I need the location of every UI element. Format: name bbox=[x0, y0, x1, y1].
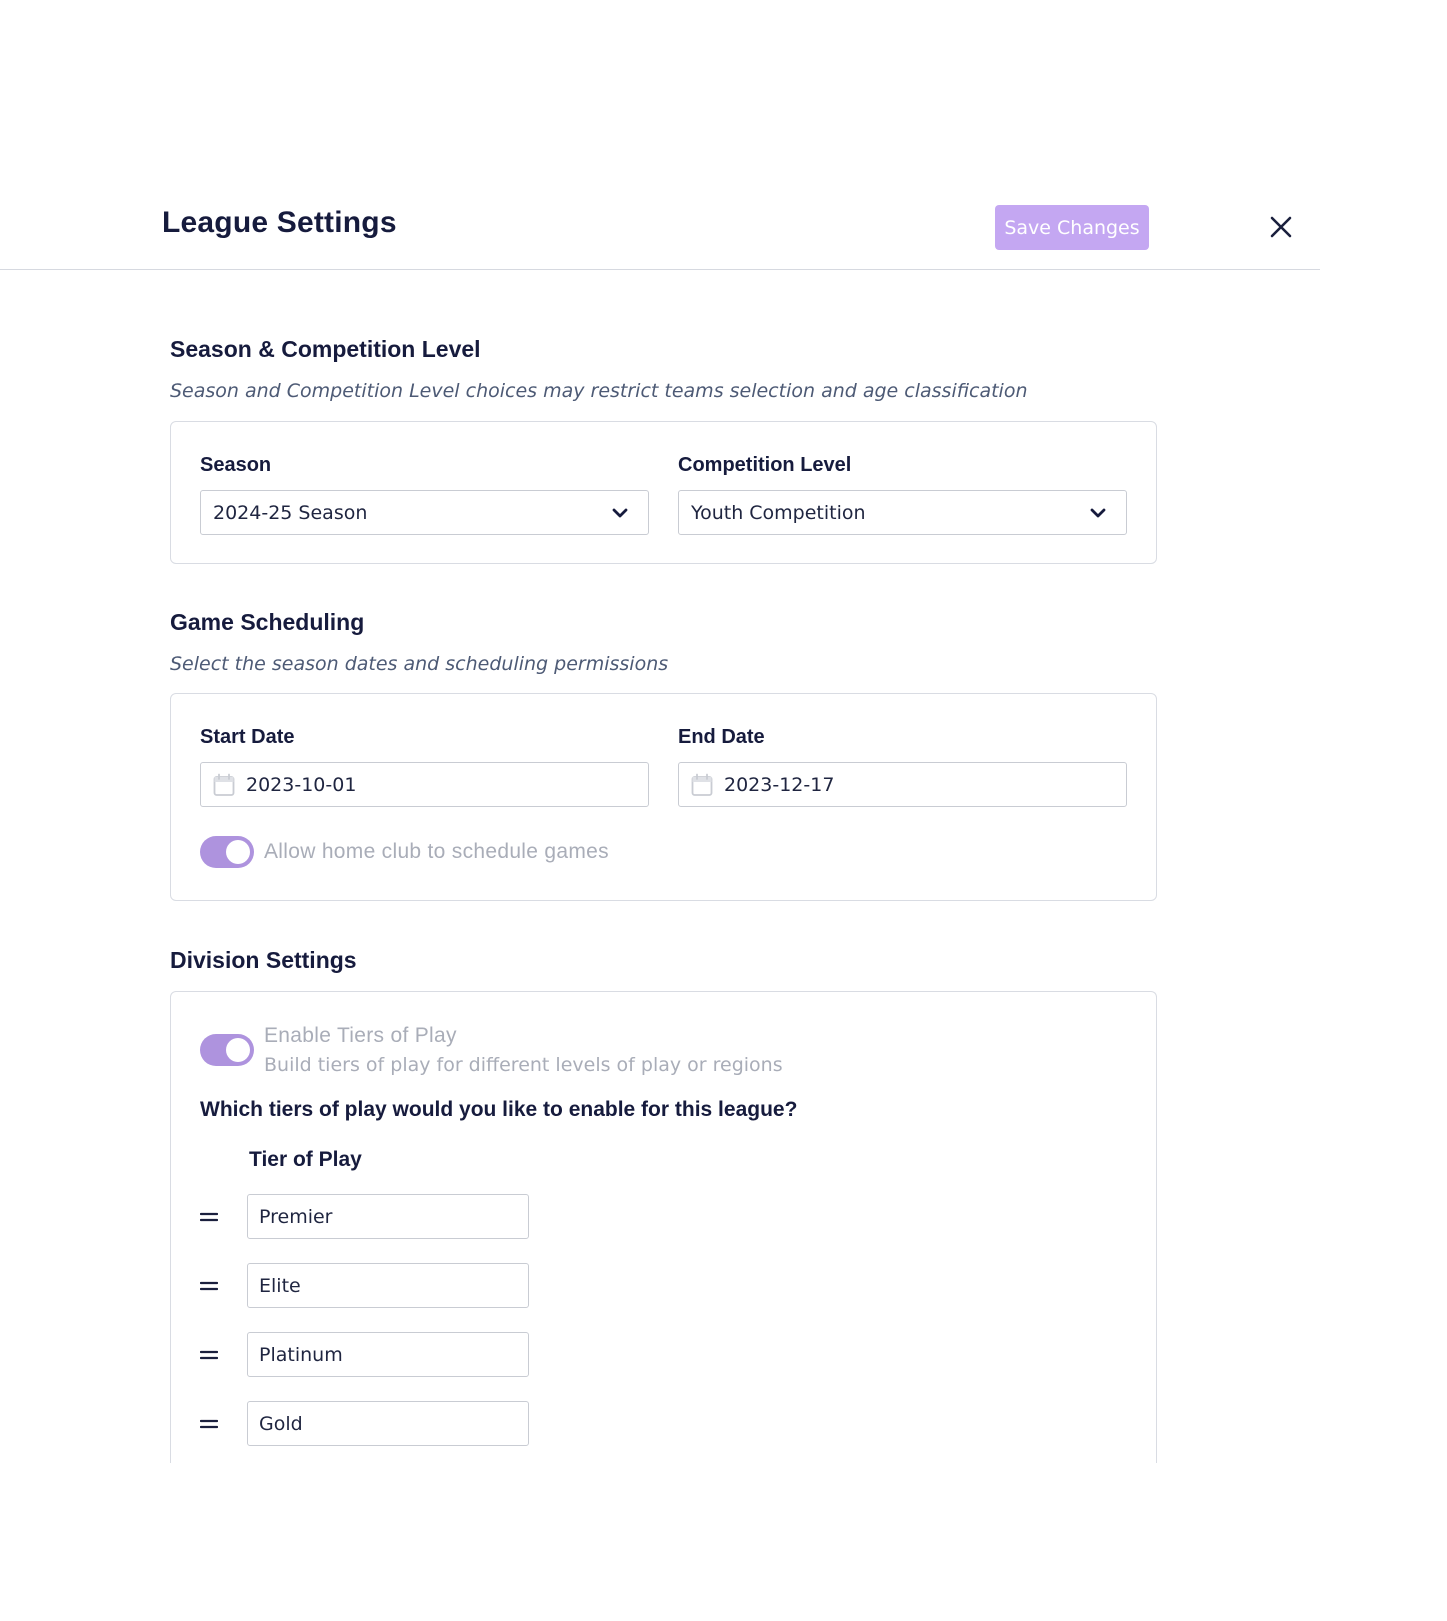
section-title-scheduling: Game Scheduling bbox=[170, 609, 365, 635]
tier-row bbox=[200, 1263, 540, 1309]
end-date-value: 2023-12-17 bbox=[724, 774, 835, 796]
chevron-down-icon bbox=[1090, 508, 1106, 518]
section-subtitle-season: Season and Competition Level choices may… bbox=[170, 380, 1028, 402]
tier-row bbox=[200, 1401, 540, 1447]
tier-row bbox=[200, 1332, 540, 1378]
division-card: Enable Tiers of Play Build tiers of play… bbox=[170, 991, 1157, 1463]
season-label: Season bbox=[200, 454, 272, 476]
start-date-value: 2023-10-01 bbox=[246, 774, 357, 796]
scheduling-card: Start Date 2023-10-01 End Date 2023-12-1… bbox=[170, 693, 1157, 901]
close-button[interactable] bbox=[1266, 208, 1296, 246]
season-select-value: 2024-25 Season bbox=[213, 502, 368, 524]
tier-input[interactable] bbox=[247, 1332, 529, 1377]
enable-tiers-toggle[interactable] bbox=[200, 1034, 254, 1066]
drag-handle-icon[interactable] bbox=[200, 1277, 218, 1295]
toggle-knob bbox=[226, 840, 250, 864]
enable-tiers-label: Enable Tiers of Play bbox=[264, 1024, 457, 1047]
section-subtitle-scheduling: Select the season dates and scheduling p… bbox=[170, 653, 669, 675]
tier-of-play-header: Tier of Play bbox=[249, 1148, 362, 1171]
calendar-icon bbox=[691, 773, 713, 796]
start-date-label: Start Date bbox=[200, 726, 295, 748]
drag-handle-icon[interactable] bbox=[200, 1346, 218, 1364]
tier-row bbox=[200, 1194, 540, 1240]
tier-input[interactable] bbox=[247, 1263, 529, 1308]
competition-level-label: Competition Level bbox=[678, 454, 852, 476]
tier-input[interactable] bbox=[247, 1194, 529, 1239]
drag-handle-icon[interactable] bbox=[200, 1208, 218, 1226]
calendar-icon bbox=[213, 773, 235, 796]
enable-tiers-description: Build tiers of play for different levels… bbox=[264, 1054, 783, 1076]
toggle-knob bbox=[226, 1038, 250, 1062]
section-title-division: Division Settings bbox=[170, 947, 357, 973]
tier-input[interactable] bbox=[247, 1401, 529, 1446]
page-title: League Settings bbox=[162, 206, 397, 239]
home-club-schedule-label: Allow home club to schedule games bbox=[264, 840, 609, 863]
panel-header: League Settings Save Changes bbox=[0, 190, 1320, 270]
section-title-season: Season & Competition Level bbox=[170, 336, 481, 362]
drag-handle-icon[interactable] bbox=[200, 1415, 218, 1433]
save-changes-button[interactable]: Save Changes bbox=[995, 205, 1149, 250]
end-date-label: End Date bbox=[678, 726, 765, 748]
competition-level-select[interactable]: Youth Competition bbox=[678, 490, 1127, 535]
tiers-question: Which tiers of play would you like to en… bbox=[200, 1098, 798, 1121]
chevron-down-icon bbox=[612, 508, 628, 518]
start-date-input[interactable]: 2023-10-01 bbox=[200, 762, 649, 807]
end-date-input[interactable]: 2023-12-17 bbox=[678, 762, 1127, 807]
home-club-schedule-toggle[interactable] bbox=[200, 836, 254, 868]
league-settings-panel: League Settings Save Changes Season & Co… bbox=[0, 0, 1320, 1463]
season-select[interactable]: 2024-25 Season bbox=[200, 490, 649, 535]
competition-level-select-value: Youth Competition bbox=[691, 502, 866, 524]
season-card: Season 2024-25 Season Competition Level … bbox=[170, 421, 1157, 564]
close-icon bbox=[1270, 216, 1292, 238]
